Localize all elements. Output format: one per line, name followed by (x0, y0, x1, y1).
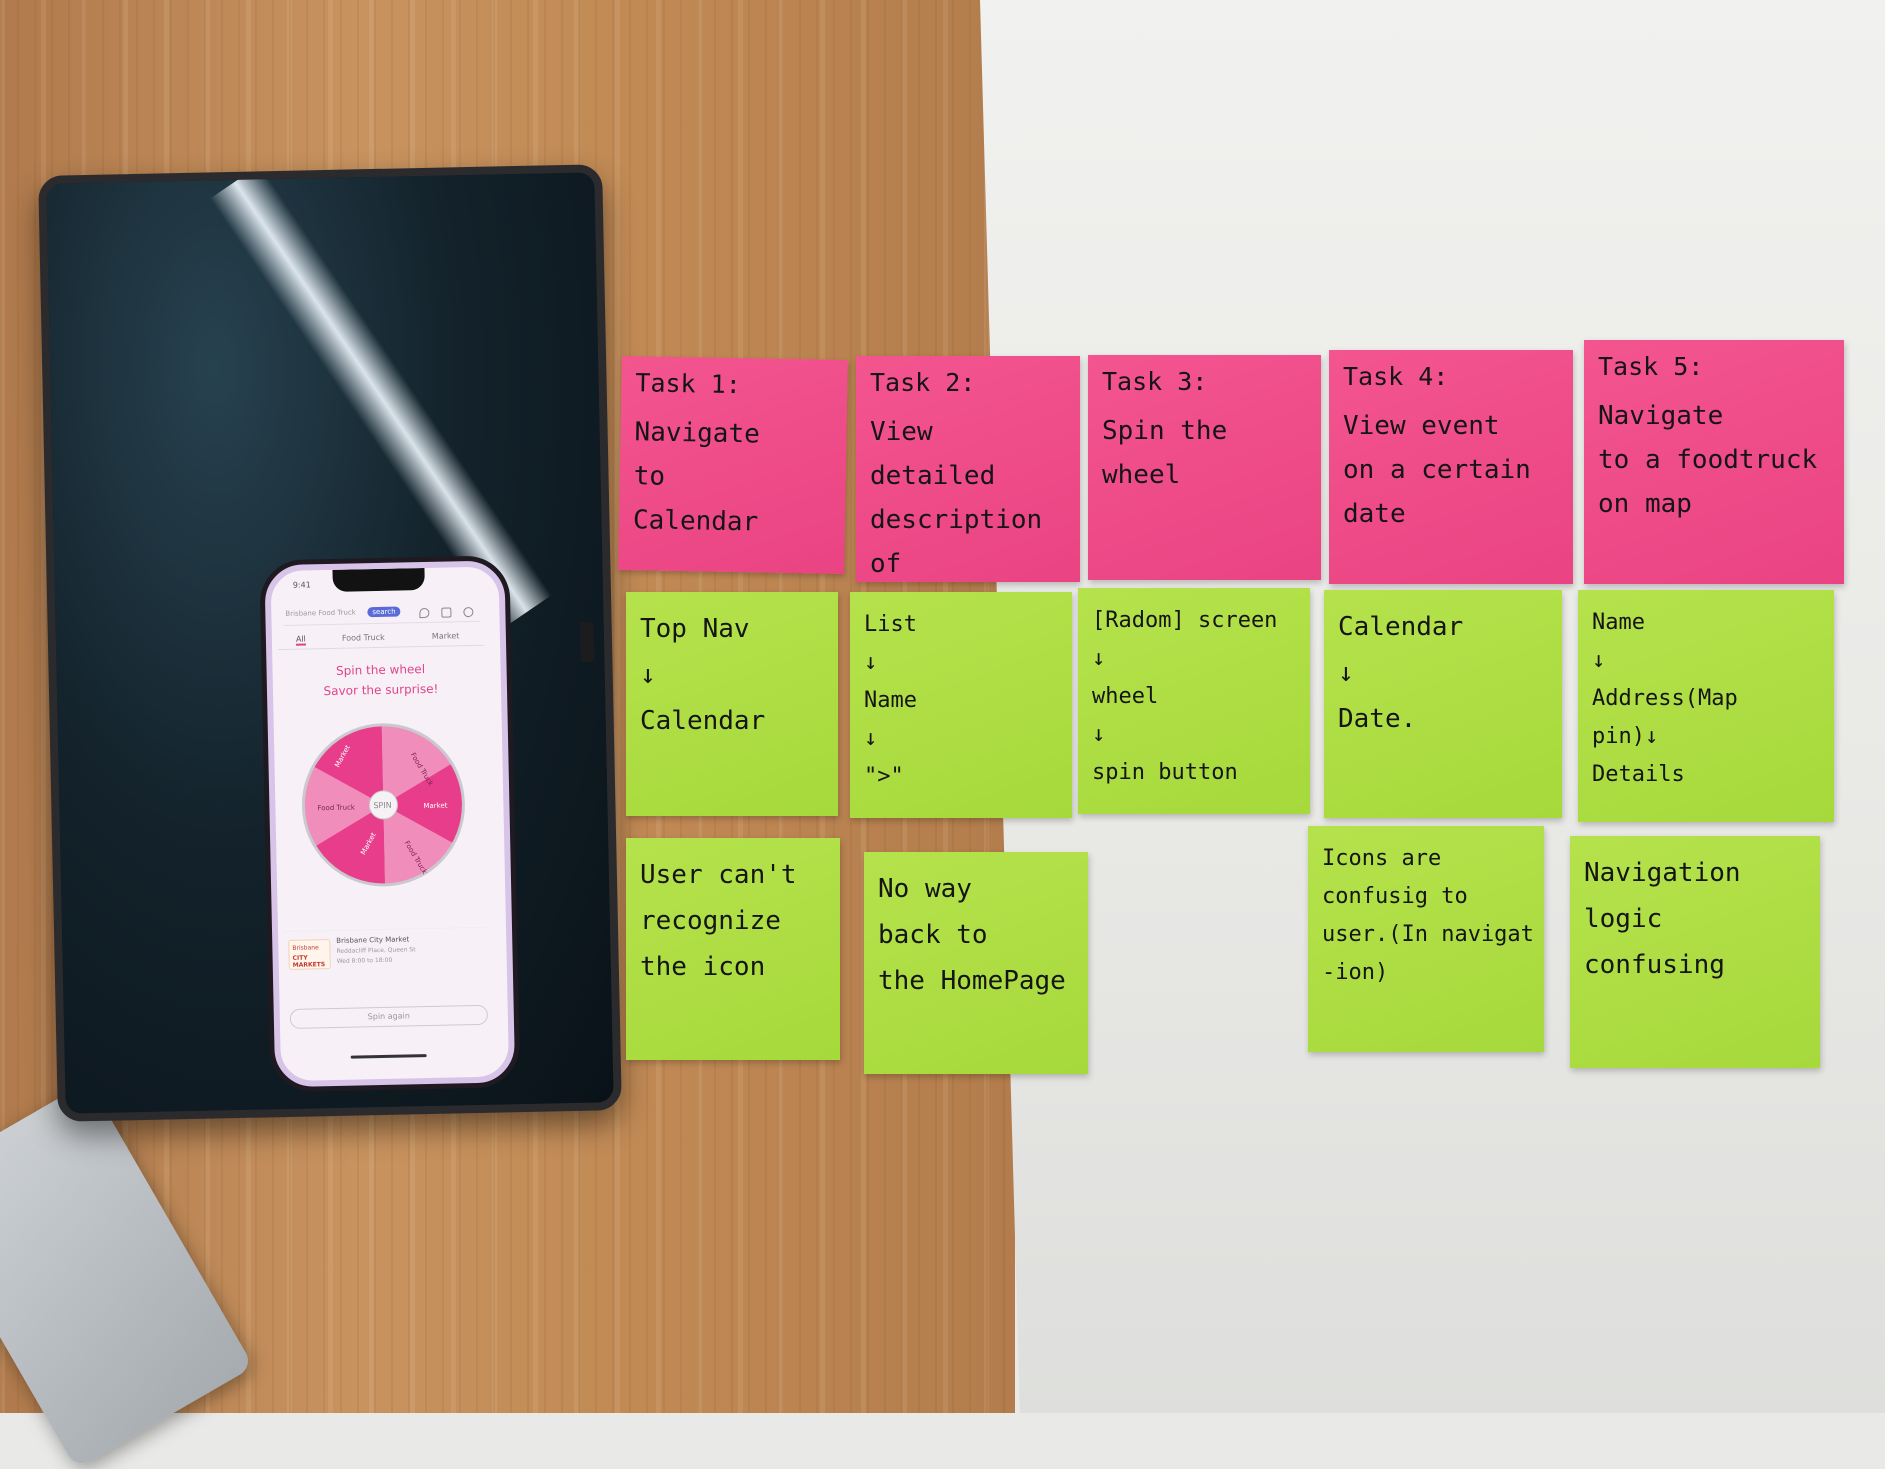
task-title: Task 5: (1598, 352, 1704, 381)
flow-note-2: List ↓ Name ↓ ">" (850, 592, 1072, 818)
category-tabs: All Food Truck Market (277, 628, 485, 651)
issue-text: No way back to the HomePage (878, 874, 1066, 996)
market-listing[interactable]: Brisbane CITY MARKETS Brisbane City Mark… (284, 926, 490, 989)
flow-text: [Radom] screen ↓ wheel ↓ spin button (1092, 608, 1278, 785)
task-note-4: Task 4: View event on a certain date (1329, 350, 1573, 584)
spin-button-label: SPIN (373, 801, 391, 810)
issue-text: Navigation logic confusing (1584, 858, 1741, 980)
issue-note-2: No way back to the HomePage (864, 852, 1088, 1074)
listing-title: Brisbane City Market (336, 935, 410, 945)
promo-heading: Spin the wheel (335, 662, 426, 678)
tablet-side-button (579, 621, 595, 663)
wheel-label: Food Truck (317, 803, 356, 812)
phone-notch (332, 568, 425, 592)
logo-text: CITY MARKETS (292, 954, 326, 969)
task-note-3: Task 3: Spin the wheel (1088, 355, 1321, 580)
flow-note-5: Name ↓ Address(Map pin)↓ Details (1578, 590, 1834, 822)
task-title: Task 2: (870, 368, 976, 397)
task-note-1: Task 1: Navigate to Calendar (618, 356, 848, 574)
task-note-5: Task 5: Navigate to a foodtruck on map (1584, 340, 1844, 584)
flow-text: Calendar ↓ Date. (1338, 612, 1464, 734)
flow-note-3: [Radom] screen ↓ wheel ↓ spin button (1078, 588, 1310, 814)
phone-mockup: 9:41 Brisbane Food Truck search All Food… (264, 560, 516, 1088)
tablet: 9:41 Brisbane Food Truck search All Food… (38, 164, 622, 1122)
search-input[interactable]: Brisbane Food Truck (285, 608, 356, 617)
flow-text: Top Nav ↓ Calendar (640, 614, 766, 736)
issue-note-1: User can't recognize the icon (626, 838, 840, 1060)
listing-address: Reddacliff Place, Queen St (336, 946, 416, 955)
home-indicator (350, 1054, 427, 1059)
spin-again-button[interactable]: Spin again (289, 1004, 489, 1029)
flow-note-4: Calendar ↓ Date. (1324, 590, 1562, 818)
user-icon[interactable] (463, 606, 474, 618)
promo-subheading: Savor the surprise! (323, 681, 439, 699)
market-logo: Brisbane CITY MARKETS (288, 939, 331, 970)
calendar-icon[interactable] (441, 607, 452, 618)
flow-text: List ↓ Name ↓ ">" (864, 612, 917, 789)
tab-all[interactable]: All (295, 634, 306, 646)
issue-text: Icons are confusig to user.(In navigat -… (1322, 846, 1534, 985)
status-clock: 9:41 (292, 580, 311, 590)
logo-text: Brisbane (292, 944, 319, 952)
listing-hours: Wed 8:00 to 18:00 (336, 956, 393, 965)
flow-note-1: Top Nav ↓ Calendar (626, 592, 838, 816)
task-title: Task 3: (1102, 367, 1208, 396)
issue-note-5: Navigation logic confusing (1570, 836, 1820, 1068)
tab-market[interactable]: Market (432, 631, 460, 641)
flow-text: Name ↓ Address(Map pin)↓ Details (1592, 610, 1738, 787)
wheel-label: Market (423, 802, 447, 811)
task-body: Navigate to a foodtruck on map (1598, 401, 1818, 519)
spin-wheel[interactable]: Food Truck Market Food Truck Market Food… (292, 713, 476, 897)
search-bar[interactable]: Brisbane Food Truck search (283, 604, 480, 626)
task-body: Spin the wheel (1102, 416, 1228, 490)
task-body: View event on a certain date (1343, 411, 1531, 529)
issue-note-4: Icons are confusig to user.(In navigat -… (1308, 826, 1544, 1052)
task-note-2: Task 2: View detailed description of one… (856, 356, 1080, 582)
task-title: Task 1: (635, 368, 742, 400)
issue-text: User can't recognize the icon (640, 860, 797, 982)
map-pin-icon[interactable] (419, 607, 430, 619)
tab-food-truck[interactable]: Food Truck (342, 633, 385, 643)
task-body: View detailed description of one food tr… (870, 417, 1043, 579)
task-body: Navigate to Calendar (632, 417, 761, 538)
task-title: Task 4: (1343, 362, 1449, 391)
search-button[interactable]: search (367, 606, 401, 618)
